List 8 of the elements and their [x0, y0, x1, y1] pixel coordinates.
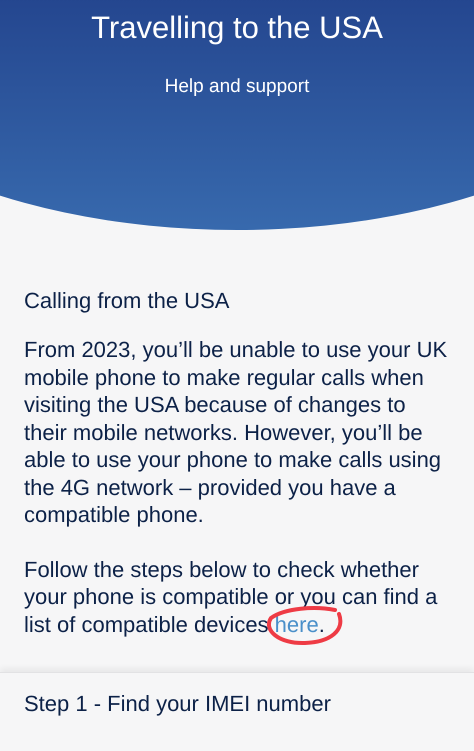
here-link[interactable]: here: [274, 612, 319, 636]
page-subtitle: Help and support: [164, 76, 310, 98]
page-title: Travelling to the USA: [91, 10, 383, 46]
period-text: .: [318, 612, 325, 636]
body-paragraph: From 2023, you’ll be unable to use your UK mobile phone to make regular calls when visiting the USA because of changes to their mobile networks. However, you’ll be able to use your phone to make calls using the 4G network – provided you have a compatible phone.: [24, 336, 448, 528]
body-paragraph: Follow the steps below to check whether your phone is compatible or you can find a list of compatible devices here.: [24, 556, 450, 638]
step-heading: Step 1 - Find your IMEI number: [24, 691, 332, 717]
section-heading: Calling from the USA: [24, 288, 230, 314]
